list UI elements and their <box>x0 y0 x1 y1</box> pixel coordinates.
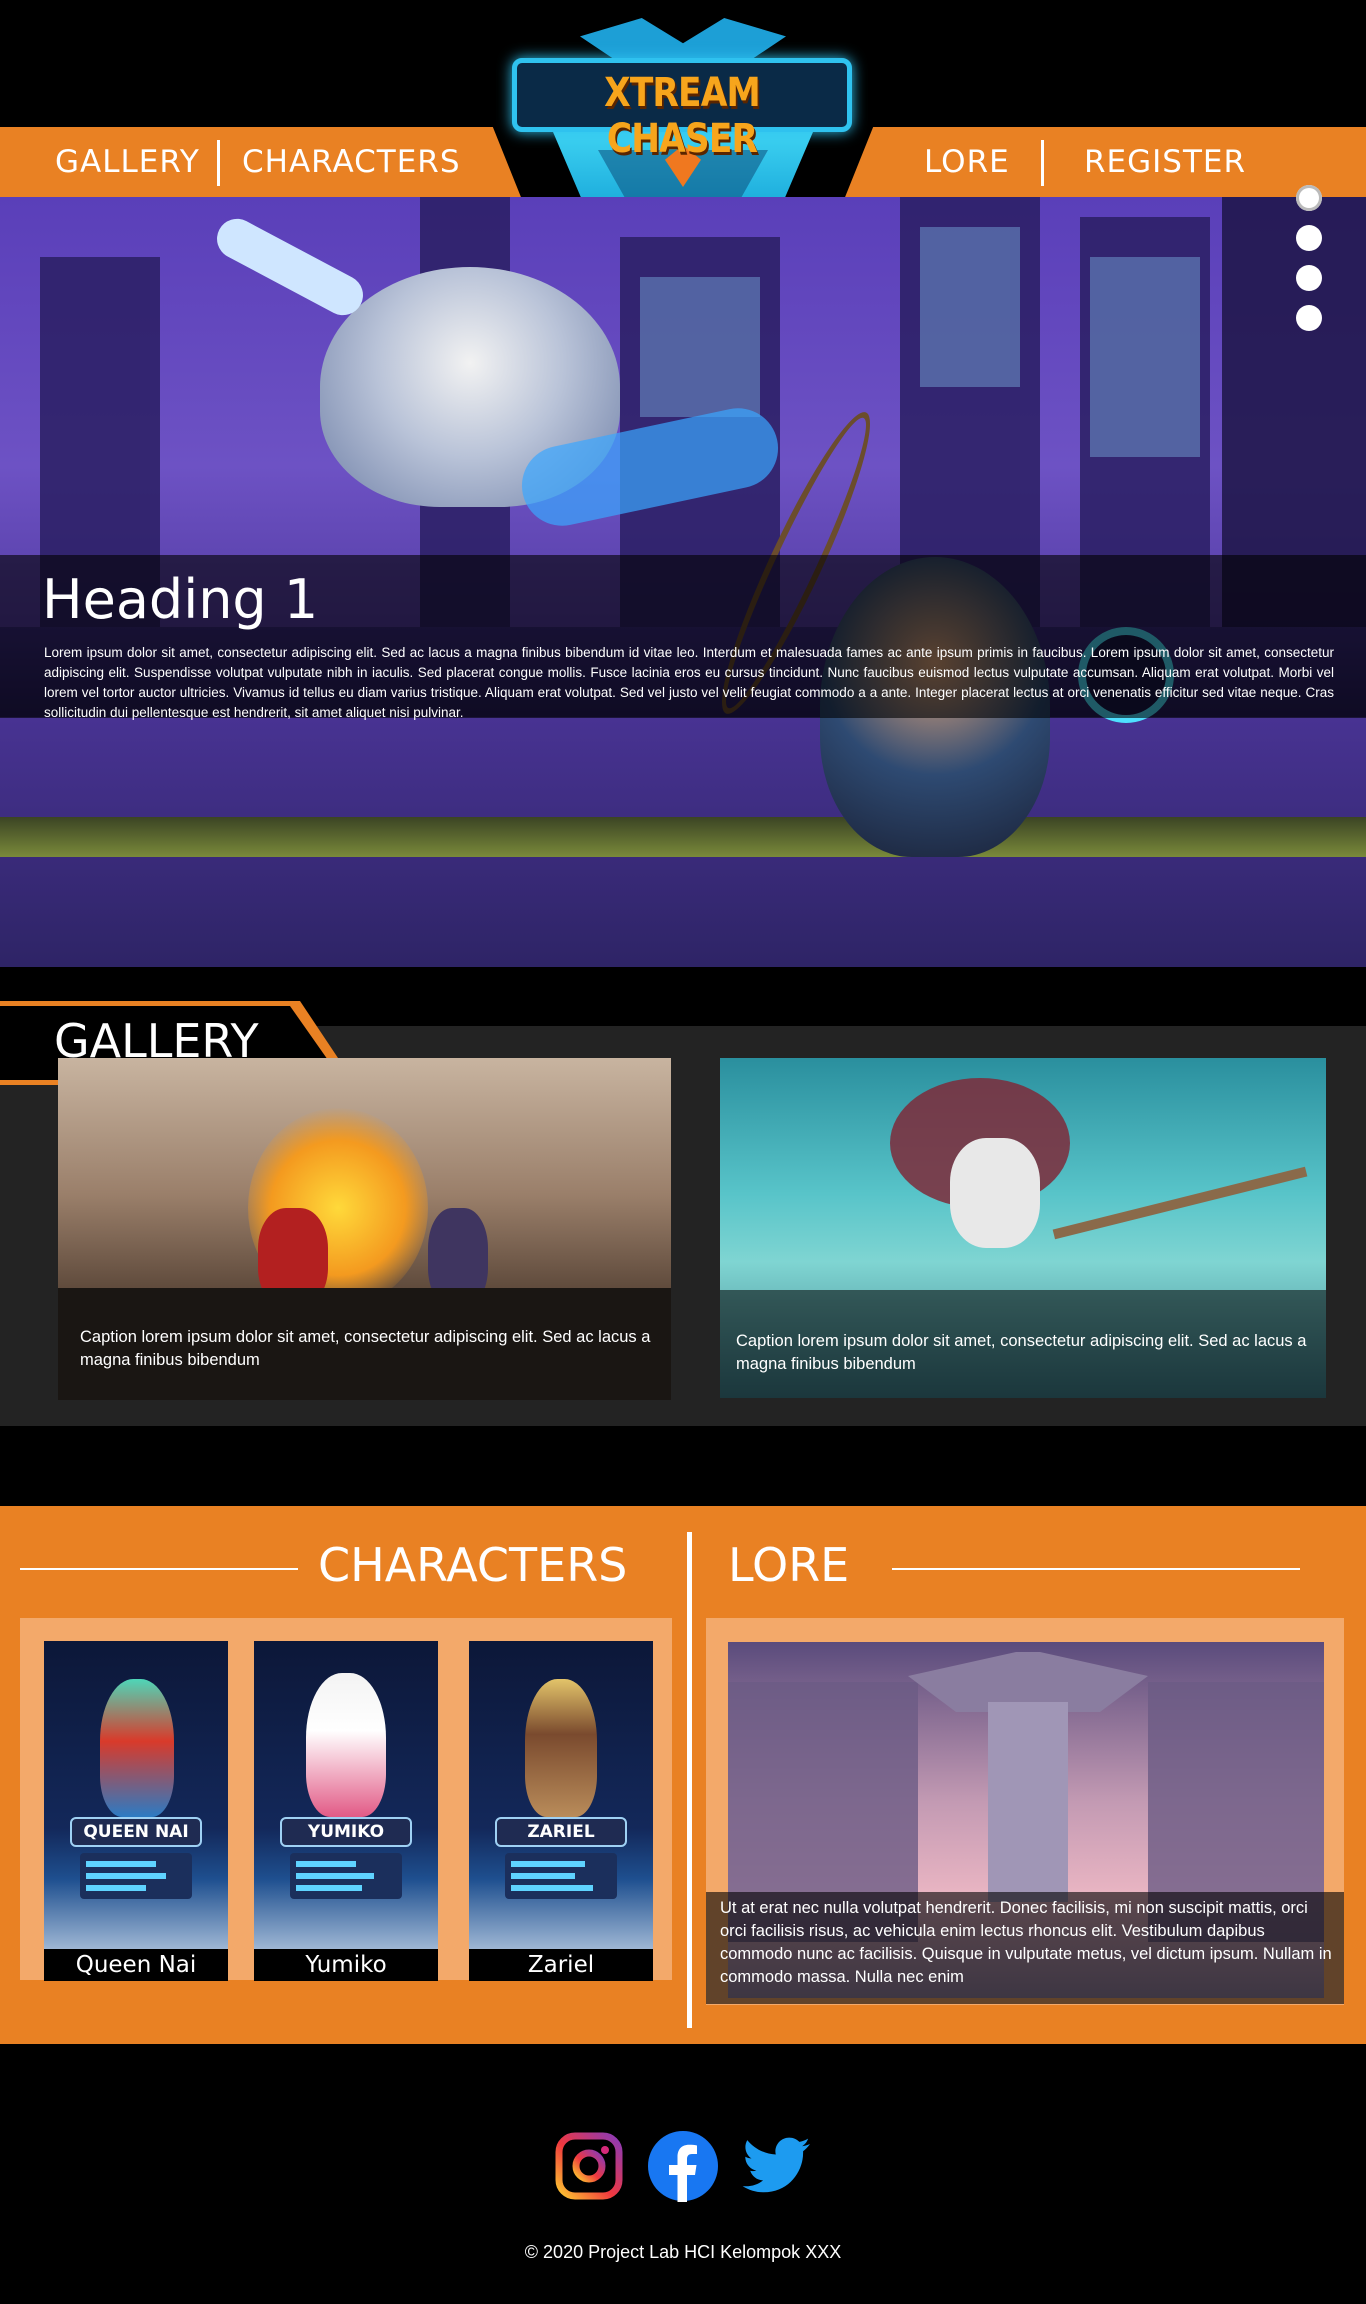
stat-bar <box>86 1885 146 1891</box>
stat-bar <box>511 1861 585 1867</box>
carousel-dot[interactable] <box>1296 225 1322 251</box>
character-stats <box>80 1853 192 1899</box>
character-figure <box>100 1679 174 1817</box>
carousel-dot[interactable] <box>1296 305 1322 331</box>
lore-text: Ut at erat nec nulla volutpat hendrerit.… <box>720 1899 1332 1986</box>
stat-bar <box>86 1861 156 1867</box>
gallery-character-vampire <box>950 1138 1040 1248</box>
instagram-icon[interactable] <box>553 2130 625 2202</box>
character-name: Yumiko <box>254 1949 438 1981</box>
logo-text[interactable]: XTREAM CHASER <box>536 70 828 162</box>
gallery-scythe <box>1052 1166 1308 1240</box>
hero-heading: Heading 1 <box>42 568 319 631</box>
nav-divider <box>217 140 220 186</box>
stat-bar <box>86 1873 166 1879</box>
section-line <box>20 1568 298 1570</box>
character-stats <box>290 1853 402 1899</box>
section-line <box>892 1568 1300 1570</box>
character-figure <box>306 1673 386 1817</box>
hero-window <box>1090 257 1200 457</box>
stat-bar <box>296 1885 362 1891</box>
gallery-caption-2: Caption lorem ipsum dolor sit amet, cons… <box>736 1332 1307 1373</box>
nav-characters-link[interactable]: CHARACTERS <box>242 127 461 197</box>
character-card-zariel[interactable]: ZARIEL Zariel <box>469 1641 653 1981</box>
nav-register-link[interactable]: REGISTER <box>1084 127 1246 197</box>
hero-sword <box>209 211 371 323</box>
character-plate: QUEEN NAI <box>70 1817 202 1847</box>
stat-bar <box>511 1885 593 1891</box>
characters-title: CHARACTERS <box>318 1538 628 1592</box>
gallery-image-1[interactable]: Caption lorem ipsum dolor sit amet, cons… <box>58 1058 671 1400</box>
section-divider <box>687 1532 692 2028</box>
stat-bar <box>511 1873 575 1879</box>
character-name: Queen Nai <box>44 1949 228 1981</box>
hero-window <box>640 277 760 417</box>
gallery-caption-1: Caption lorem ipsum dolor sit amet, cons… <box>80 1328 651 1369</box>
lore-title: LORE <box>728 1538 850 1592</box>
stat-bar <box>296 1873 374 1879</box>
facebook-icon[interactable] <box>647 2130 719 2202</box>
character-figure <box>525 1679 597 1817</box>
character-name: Zariel <box>469 1949 653 1981</box>
hero-window <box>920 227 1020 387</box>
twitter-icon[interactable] <box>740 2130 812 2202</box>
hero-text: Lorem ipsum dolor sit amet, consectetur … <box>44 645 1334 720</box>
nav-lore-link[interactable]: LORE <box>924 127 1010 197</box>
footer-copyright: © 2020 Project Lab HCI Kelompok XXX <box>524 2242 842 2262</box>
hero-floor <box>0 817 1366 857</box>
carousel-dot[interactable] <box>1296 265 1322 291</box>
carousel-dot[interactable] <box>1296 185 1322 211</box>
nav-divider <box>1041 140 1044 186</box>
character-card-yumiko[interactable]: YUMIKO Yumiko <box>254 1641 438 1981</box>
character-card-queen-nai[interactable]: QUEEN NAI Queen Nai <box>44 1641 228 1981</box>
stat-bar <box>296 1861 356 1867</box>
lore-tower <box>988 1702 1068 1902</box>
gallery-image-2[interactable]: Caption lorem ipsum dolor sit amet, cons… <box>720 1058 1326 1398</box>
nav-gallery-link[interactable]: GALLERY <box>55 127 200 197</box>
character-stats <box>505 1853 617 1899</box>
character-plate: ZARIEL <box>495 1817 627 1847</box>
character-plate: YUMIKO <box>280 1817 412 1847</box>
